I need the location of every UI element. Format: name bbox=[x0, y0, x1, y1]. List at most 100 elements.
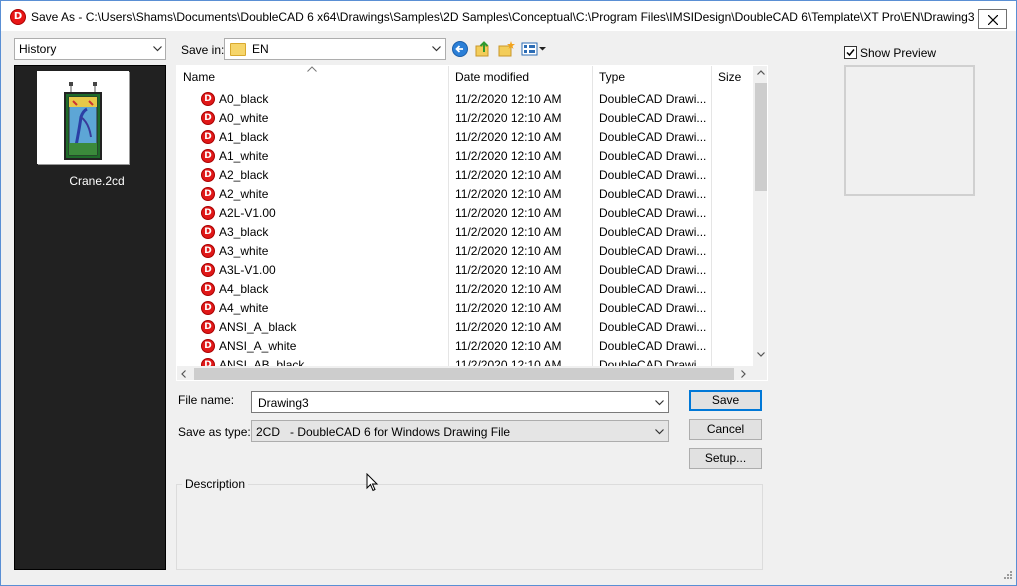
file-type-cell: DoubleCAD Drawi... bbox=[599, 168, 707, 182]
file-name-cell: A2L-V1.00 bbox=[219, 206, 276, 220]
file-name-cell: A4_white bbox=[219, 301, 269, 315]
doublecad-file-icon: D bbox=[201, 301, 215, 315]
doublecad-file-icon: D bbox=[201, 111, 215, 125]
window-title: Save As - C:\Users\Shams\Documents\Doubl… bbox=[31, 10, 975, 24]
file-row[interactable]: D A2_white 11/2/2020 12:10 AM DoubleCAD Dra… bbox=[177, 185, 753, 204]
horizontal-scrollbar[interactable] bbox=[177, 366, 753, 380]
horizontal-scroll-thumb[interactable] bbox=[194, 368, 734, 380]
history-item[interactable]: Crane.2cd bbox=[37, 71, 129, 188]
file-row[interactable]: D A0_white 11/2/2020 12:10 AM DoubleCAD Dra… bbox=[177, 109, 753, 128]
file-row[interactable]: D A3_black 11/2/2020 12:10 AM DoubleCAD Dra… bbox=[177, 223, 753, 242]
file-row[interactable]: D A1_black 11/2/2020 12:10 AM DoubleCAD Dra… bbox=[177, 128, 753, 147]
file-name-cell: A1_black bbox=[219, 130, 269, 144]
file-date-cell: 11/2/2020 12:10 AM bbox=[455, 149, 562, 163]
file-name-cell: A3L-V1.00 bbox=[219, 263, 276, 277]
file-type-cell: DoubleCAD Drawi... bbox=[599, 149, 707, 163]
save-in-value: EN bbox=[252, 42, 269, 56]
file-name-value: Drawing3 bbox=[258, 396, 309, 410]
file-name-cell: ANSI_A_black bbox=[219, 320, 297, 334]
file-row[interactable]: D A1_white 11/2/2020 12:10 AM DoubleCAD Dra… bbox=[177, 147, 753, 166]
file-row[interactable]: D A0_black 11/2/2020 12:10 AM DoubleCAD Dra… bbox=[177, 90, 753, 109]
file-type-cell: DoubleCAD Drawi... bbox=[599, 339, 707, 353]
resize-grip-icon[interactable] bbox=[1001, 570, 1013, 582]
folder-icon bbox=[230, 43, 246, 56]
column-header-date[interactable]: Date modified bbox=[455, 70, 529, 84]
save-as-dialog: D Save As - C:\Users\Shams\Documents\Dou… bbox=[0, 0, 1017, 586]
file-date-cell: 11/2/2020 12:10 AM bbox=[455, 130, 562, 144]
column-header-size[interactable]: Size bbox=[718, 70, 741, 84]
history-panel: Crane.2cd bbox=[14, 65, 166, 570]
doublecad-file-icon: D bbox=[201, 282, 215, 296]
file-name-cell: A0_black bbox=[219, 92, 269, 106]
file-list[interactable]: Name Date modified Type Size D A0_black 11… bbox=[176, 65, 768, 381]
file-type-cell: DoubleCAD Drawi... bbox=[599, 320, 707, 334]
setup-button[interactable]: Setup... bbox=[689, 448, 762, 469]
file-date-cell: 11/2/2020 12:10 AM bbox=[455, 168, 562, 182]
file-type-cell: DoubleCAD Drawi... bbox=[599, 187, 707, 201]
doublecad-file-icon: D bbox=[201, 149, 215, 163]
file-name-cell: ANSI_A_white bbox=[219, 339, 297, 353]
preview-pane bbox=[844, 65, 975, 196]
file-date-cell: 11/2/2020 12:10 AM bbox=[455, 263, 562, 277]
file-type-cell: DoubleCAD Drawi... bbox=[599, 92, 707, 106]
doublecad-file-icon: D bbox=[201, 225, 215, 239]
history-dropdown-value: History bbox=[19, 42, 57, 56]
column-header-name[interactable]: Name bbox=[183, 70, 215, 84]
checkmark-icon bbox=[846, 49, 855, 57]
file-date-cell: 11/2/2020 12:10 AM bbox=[455, 339, 562, 353]
show-preview-label[interactable]: Show Preview bbox=[860, 46, 936, 60]
file-row[interactable]: D A3_white 11/2/2020 12:10 AM DoubleCAD Dra… bbox=[177, 242, 753, 261]
file-row[interactable]: D ANSI_A_white 11/2/2020 12:10 AM DoubleCAD… bbox=[177, 337, 753, 356]
file-name-input[interactable]: Drawing3 bbox=[251, 391, 669, 413]
file-row[interactable]: D A2L-V1.00 11/2/2020 12:10 AM DoubleCAD Dr… bbox=[177, 204, 753, 223]
scroll-up-icon[interactable] bbox=[757, 70, 765, 75]
file-row[interactable]: D A4_white 11/2/2020 12:10 AM DoubleCAD Dra… bbox=[177, 299, 753, 318]
column-header-type[interactable]: Type bbox=[599, 70, 625, 84]
back-icon[interactable] bbox=[451, 40, 469, 58]
doublecad-file-icon: D bbox=[201, 92, 215, 106]
doublecad-file-icon: D bbox=[201, 263, 215, 277]
cancel-button[interactable]: Cancel bbox=[689, 419, 762, 440]
doublecad-file-icon: D bbox=[201, 168, 215, 182]
new-folder-icon[interactable] bbox=[497, 40, 515, 58]
description-label: Description bbox=[182, 477, 249, 491]
save-as-type-label: Save as type: bbox=[178, 425, 251, 439]
file-row[interactable]: D A2_black 11/2/2020 12:10 AM DoubleCAD Dra… bbox=[177, 166, 753, 185]
scroll-left-icon[interactable] bbox=[181, 370, 186, 378]
stained-glass-crane-thumbnail bbox=[64, 82, 102, 160]
file-type-cell: DoubleCAD Drawi... bbox=[599, 263, 707, 277]
vertical-scroll-thumb[interactable] bbox=[755, 83, 767, 191]
file-date-cell: 11/2/2020 12:10 AM bbox=[455, 244, 562, 258]
title-bar[interactable]: D Save As - C:\Users\Shams\Documents\Dou… bbox=[1, 1, 1016, 31]
chevron-down-icon[interactable] bbox=[655, 400, 664, 406]
scroll-down-icon[interactable] bbox=[757, 352, 765, 357]
chevron-down-icon bbox=[655, 429, 664, 435]
file-type-cell: DoubleCAD Drawi... bbox=[599, 301, 707, 315]
save-button[interactable]: Save bbox=[689, 390, 762, 411]
file-date-cell: 11/2/2020 12:10 AM bbox=[455, 92, 562, 106]
file-type-cell: DoubleCAD Drawi... bbox=[599, 111, 707, 125]
save-as-type-dropdown[interactable]: 2CD - DoubleCAD 6 for Windows Drawing Fi… bbox=[251, 420, 669, 442]
file-date-cell: 11/2/2020 12:10 AM bbox=[455, 206, 562, 220]
show-preview-checkbox[interactable] bbox=[844, 46, 857, 59]
chevron-down-icon bbox=[432, 46, 441, 52]
file-row[interactable]: D A3L-V1.00 11/2/2020 12:10 AM DoubleCAD Dr… bbox=[177, 261, 753, 280]
file-type-cell: DoubleCAD Drawi... bbox=[599, 225, 707, 239]
scroll-right-icon[interactable] bbox=[741, 370, 746, 378]
doublecad-file-icon: D bbox=[201, 206, 215, 220]
save-in-dropdown[interactable]: EN bbox=[224, 38, 446, 60]
history-dropdown[interactable]: History bbox=[14, 38, 166, 60]
file-name-cell: A4_black bbox=[219, 282, 269, 296]
file-name-cell: A3_black bbox=[219, 225, 269, 239]
close-button[interactable] bbox=[978, 9, 1007, 29]
doublecad-app-icon: D bbox=[10, 9, 26, 25]
vertical-scrollbar[interactable] bbox=[753, 66, 767, 366]
file-date-cell: 11/2/2020 12:10 AM bbox=[455, 225, 562, 239]
mouse-cursor-icon bbox=[366, 473, 379, 492]
up-folder-icon[interactable] bbox=[474, 40, 492, 58]
file-row[interactable]: D ANSI_A_black 11/2/2020 12:10 AM DoubleCAD… bbox=[177, 318, 753, 337]
view-menu-icon[interactable] bbox=[520, 40, 548, 58]
file-name-cell: A1_white bbox=[219, 149, 269, 163]
file-row[interactable]: D A4_black 11/2/2020 12:10 AM DoubleCAD Dra… bbox=[177, 280, 753, 299]
scrollbar-corner bbox=[753, 366, 767, 380]
